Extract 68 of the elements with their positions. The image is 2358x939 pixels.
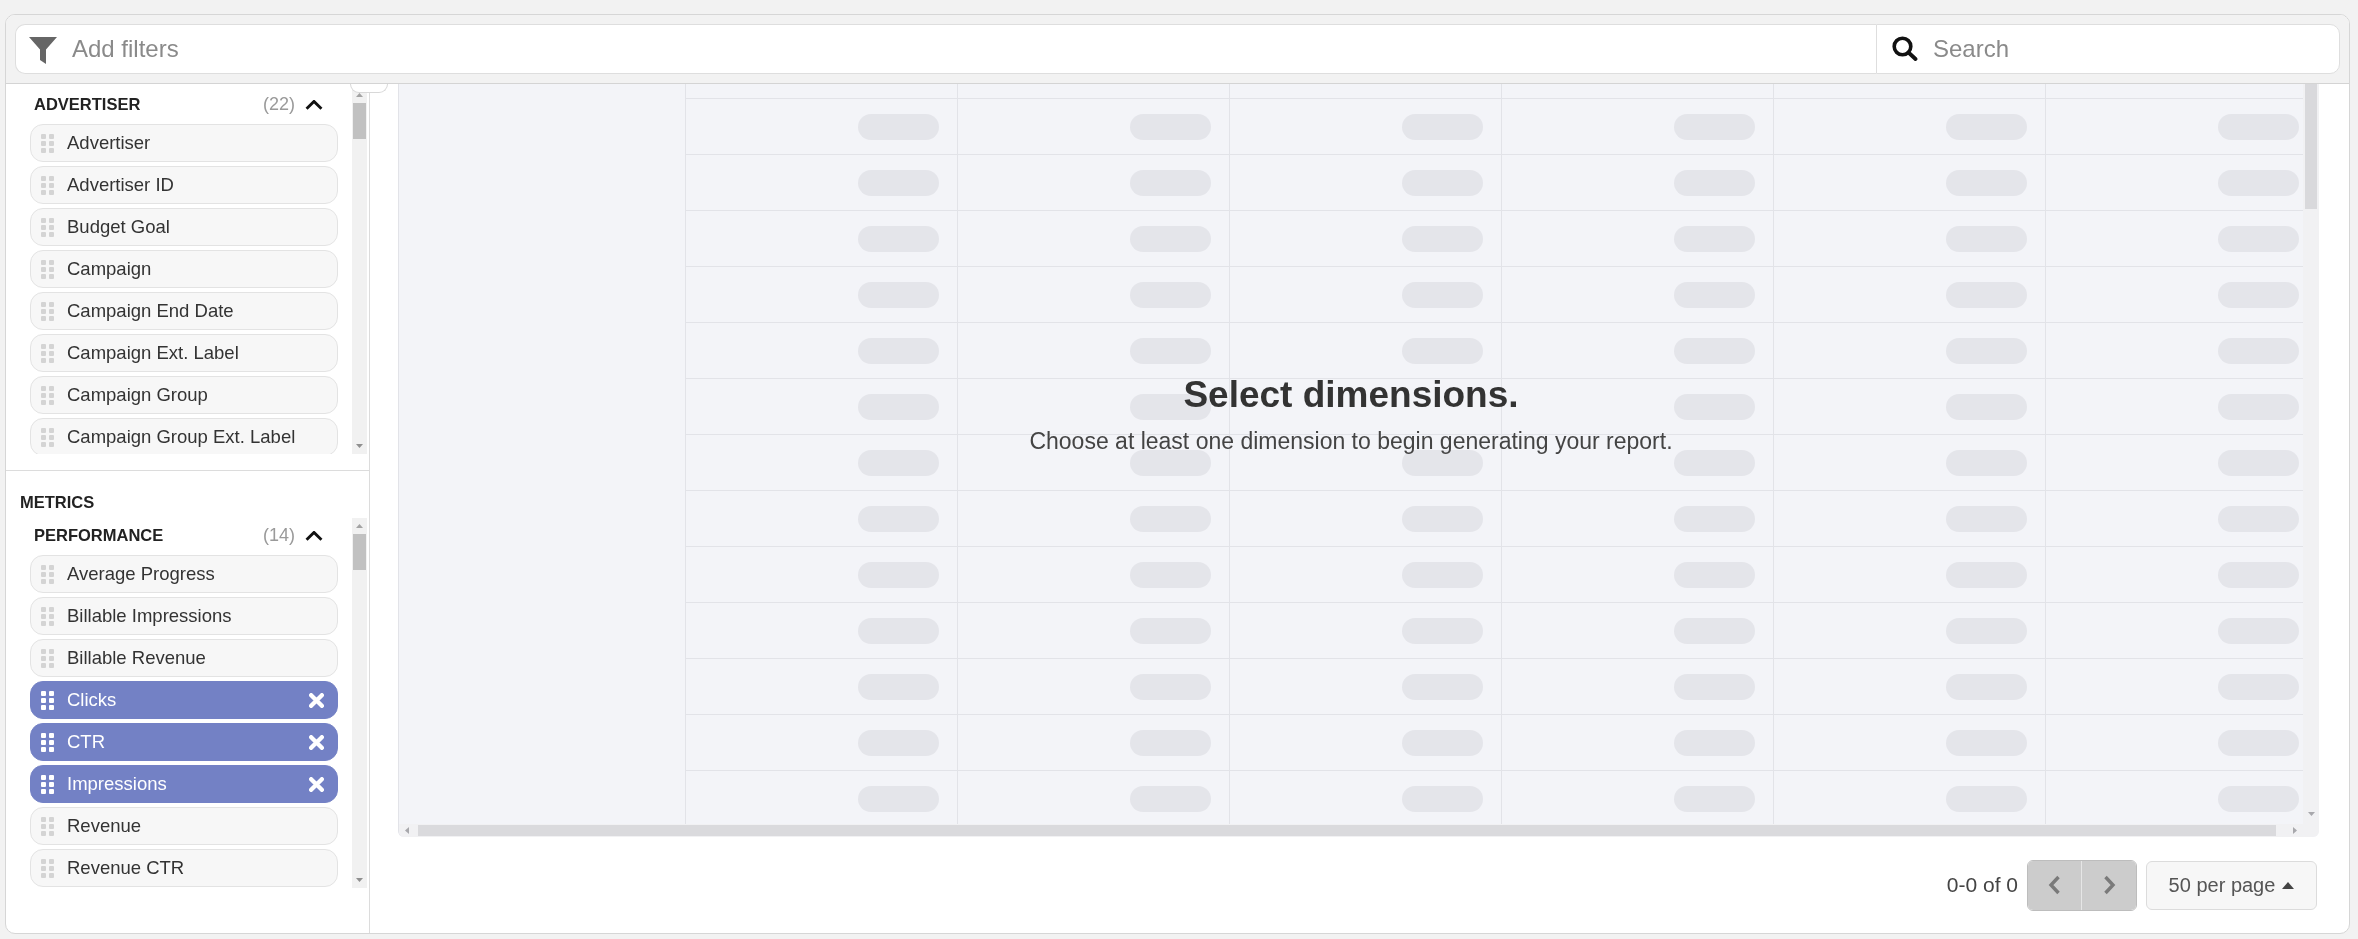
page-size-dropdown[interactable]: 50 per page bbox=[2146, 860, 2317, 910]
dimension-item[interactable]: Advertiser ID bbox=[30, 166, 338, 204]
search-input[interactable]: Search bbox=[1876, 24, 2340, 74]
drag-handle-icon[interactable] bbox=[41, 427, 54, 447]
filter-icon bbox=[29, 37, 57, 64]
horizontal-scrollbar[interactable] bbox=[399, 824, 2319, 837]
dimension-item[interactable]: Campaign End Date bbox=[30, 292, 338, 330]
metric-item[interactable]: Billable Impressions bbox=[30, 597, 338, 635]
scroll-right-arrow-icon[interactable] bbox=[2293, 827, 2297, 834]
chevron-left-icon bbox=[2048, 875, 2061, 895]
empty-state-message: Choose at least one dimension to begin generating your report. bbox=[1029, 427, 1673, 456]
scroll-up-arrow-icon[interactable] bbox=[356, 93, 363, 97]
scroll-down-arrow-icon[interactable] bbox=[356, 444, 363, 448]
metrics-heading: METRICS bbox=[20, 492, 96, 512]
drag-handle-icon[interactable] bbox=[41, 606, 54, 626]
drag-handle-icon[interactable] bbox=[41, 774, 54, 794]
group-title: ADVERTISER bbox=[34, 94, 141, 116]
vertical-scrollbar[interactable] bbox=[352, 518, 367, 888]
scroll-down-arrow-icon[interactable] bbox=[356, 878, 363, 882]
scroll-up-arrow-icon[interactable] bbox=[356, 524, 363, 528]
dimension-item[interactable]: Campaign Ext. Label bbox=[30, 334, 338, 372]
drag-handle-icon[interactable] bbox=[41, 217, 54, 237]
metric-item[interactable]: Billable Revenue bbox=[30, 639, 338, 677]
chevron-up-icon[interactable] bbox=[305, 99, 323, 110]
drag-handle-icon[interactable] bbox=[41, 133, 54, 153]
drag-handle-icon[interactable] bbox=[41, 301, 54, 321]
drag-handle-icon[interactable] bbox=[41, 175, 54, 195]
dimension-item[interactable]: Campaign Group bbox=[30, 376, 338, 414]
search-icon bbox=[1892, 36, 1918, 61]
dimension-item[interactable]: Campaign bbox=[30, 250, 338, 288]
metric-item[interactable]: Clicks bbox=[30, 681, 338, 719]
drag-handle-icon[interactable] bbox=[41, 343, 54, 363]
empty-state-title: Select dimensions. bbox=[1183, 373, 1519, 417]
dimension-item[interactable]: Campaign Group Ext. Label bbox=[30, 418, 338, 454]
dimension-item[interactable]: Budget Goal bbox=[30, 208, 338, 246]
group-count: (22) bbox=[263, 93, 295, 116]
drag-handle-icon[interactable] bbox=[41, 858, 54, 878]
close-icon[interactable] bbox=[309, 776, 324, 792]
group-count: (14) bbox=[263, 524, 295, 547]
drag-handle-icon[interactable] bbox=[41, 259, 54, 279]
close-icon[interactable] bbox=[309, 692, 324, 708]
drag-handle-icon[interactable] bbox=[41, 564, 54, 584]
scrollbar-thumb[interactable] bbox=[353, 534, 366, 570]
scrollbar-thumb[interactable] bbox=[2305, 84, 2317, 209]
metric-item[interactable]: Impressions bbox=[30, 765, 338, 803]
chevron-right-icon bbox=[2102, 875, 2116, 895]
metric-item[interactable]: Average Progress bbox=[30, 555, 338, 593]
collapse-handle[interactable] bbox=[350, 84, 388, 93]
drag-handle-icon[interactable] bbox=[41, 732, 54, 752]
drag-handle-icon[interactable] bbox=[41, 385, 54, 405]
caret-up-icon bbox=[2282, 881, 2295, 889]
chevron-up-icon[interactable] bbox=[305, 530, 323, 541]
vertical-scrollbar[interactable] bbox=[2303, 84, 2319, 824]
metric-item[interactable]: CTR bbox=[30, 723, 338, 761]
scrollbar-thumb[interactable] bbox=[353, 103, 366, 139]
metric-item[interactable]: Revenue CTR bbox=[30, 849, 338, 887]
metric-item[interactable]: Revenue bbox=[30, 807, 338, 845]
scroll-down-arrow-icon[interactable] bbox=[2307, 812, 2315, 816]
filter-input[interactable]: Add filters bbox=[15, 24, 1876, 74]
close-icon[interactable] bbox=[309, 734, 324, 750]
drag-handle-icon[interactable] bbox=[41, 690, 54, 710]
drag-handle-icon[interactable] bbox=[41, 816, 54, 836]
scrollbar-thumb[interactable] bbox=[418, 825, 2276, 836]
drag-handle-icon[interactable] bbox=[41, 648, 54, 668]
group-title: PERFORMANCE bbox=[34, 525, 164, 547]
scroll-left-arrow-icon[interactable] bbox=[405, 827, 409, 834]
dimension-item[interactable]: Advertiser bbox=[30, 124, 338, 162]
page-range-label: 0-0 of 0 bbox=[1946, 872, 2018, 899]
